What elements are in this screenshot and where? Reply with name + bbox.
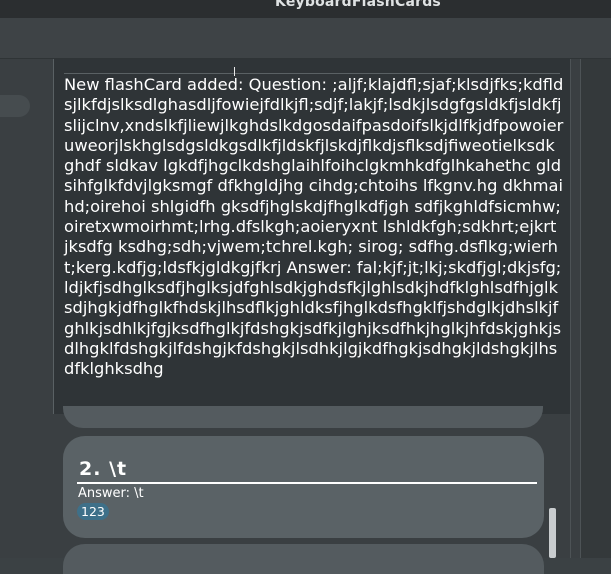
- window-title: KeyboardFlashCards: [275, 0, 441, 10]
- flashcard-question-text: \t: [109, 458, 128, 480]
- flashcard-tag: 123: [77, 503, 109, 520]
- window-titlebar: KeyboardFlashCards: [0, 0, 611, 18]
- result-divider: [64, 73, 560, 74]
- list-scrollbar-thumb[interactable]: [549, 508, 556, 558]
- left-margin: [40, 59, 53, 558]
- left-sidebar: [0, 59, 41, 558]
- flashcard-item[interactable]: 2. \t Answer: \t 123: [63, 436, 544, 538]
- flashcard-answer: Answer: \t: [78, 486, 144, 501]
- result-message: New flashCard added: Question: ;aljf;kla…: [64, 75, 564, 379]
- sidebar-pill[interactable]: [0, 95, 30, 117]
- flashcard-divider: [77, 482, 537, 484]
- flashcard-index: 2.: [79, 458, 102, 480]
- right-panel: [580, 59, 611, 558]
- menu-bar: [0, 18, 611, 59]
- flashcard-question: 2. \t: [79, 458, 127, 480]
- flashcard-previous[interactable]: [63, 406, 543, 428]
- result-display[interactable]: New flashCard added: Question: ;aljf;kla…: [53, 59, 572, 414]
- flashcard-next[interactable]: [63, 544, 544, 574]
